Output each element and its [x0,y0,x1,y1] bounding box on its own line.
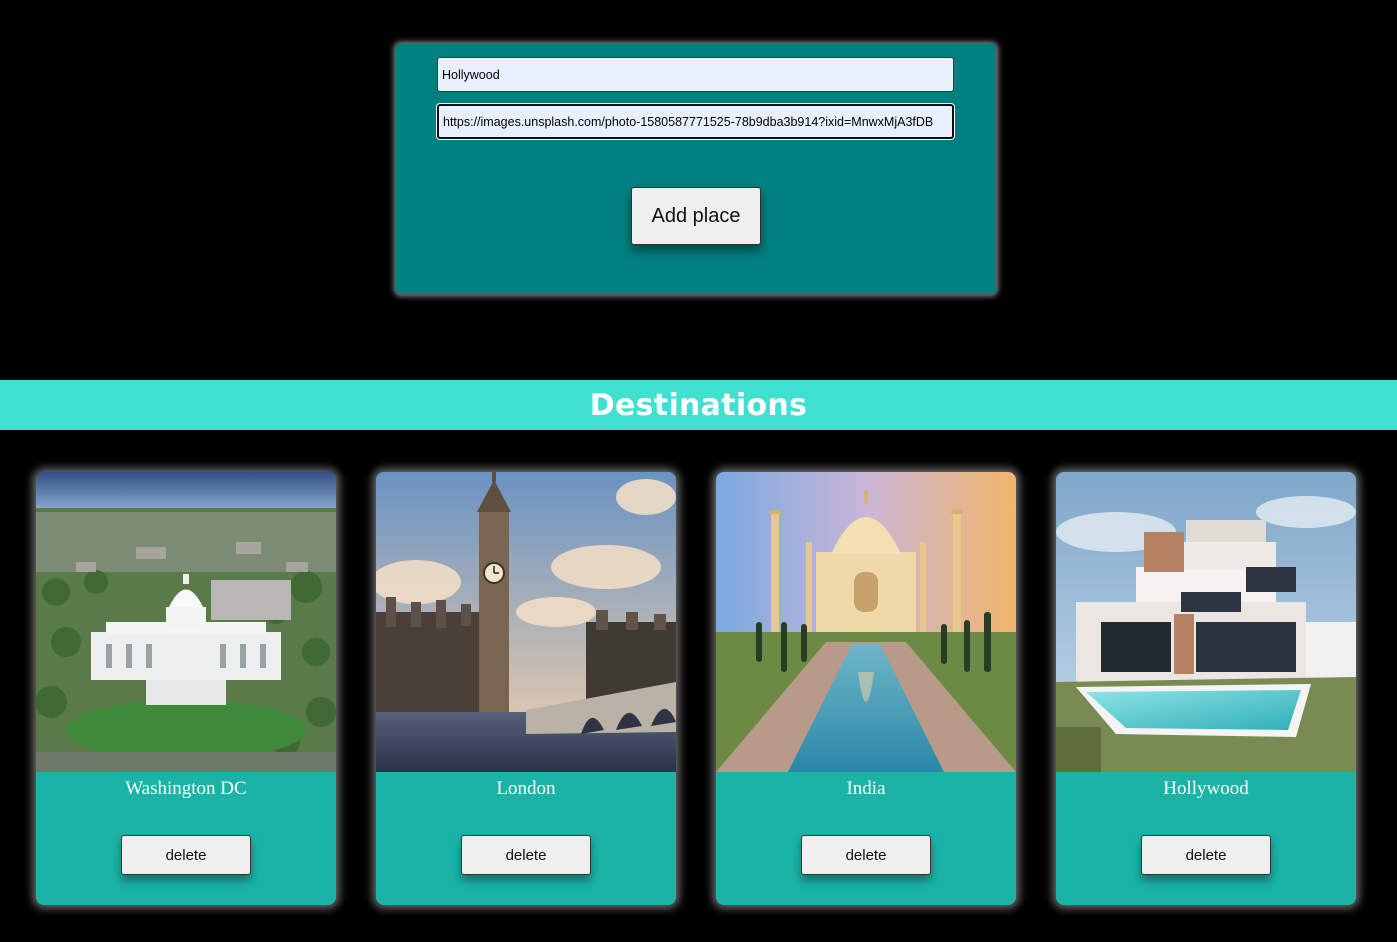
india-image [716,472,1016,772]
delete-button[interactable]: delete [801,835,931,875]
add-place-form: Add place [396,44,996,294]
image-url-input[interactable] [437,104,954,139]
london-image [376,472,676,772]
card-title: India [846,778,886,799]
card-title: Washington DC [125,778,247,799]
destination-card: Washington DC delete [36,472,336,905]
destination-card: India delete [716,472,1016,905]
destination-card: Hollywood delete [1056,472,1356,905]
destination-card: London delete [376,472,676,905]
card-title: Hollywood [1163,778,1249,799]
hollywood-image [1056,472,1356,772]
delete-button[interactable]: delete [121,835,251,875]
delete-button[interactable]: delete [1141,835,1271,875]
place-name-input[interactable] [437,57,954,92]
card-title: London [496,778,556,799]
washington-dc-image [36,472,336,772]
destinations-heading: Destinations [589,387,808,423]
add-place-button[interactable]: Add place [631,187,761,245]
destinations-banner: Destinations [0,380,1397,430]
delete-button[interactable]: delete [461,835,591,875]
